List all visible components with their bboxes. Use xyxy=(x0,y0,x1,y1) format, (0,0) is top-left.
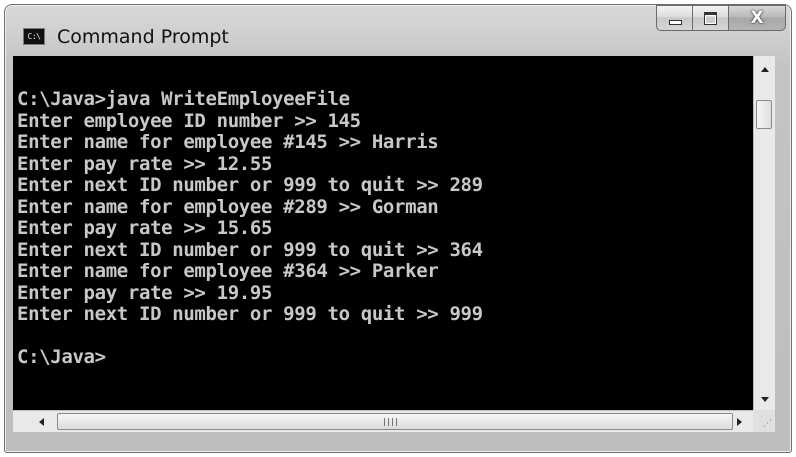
console-line: C:\Java> xyxy=(17,346,106,368)
vertical-scroll-thumb[interactable] xyxy=(756,100,772,129)
resize-grip[interactable]: ⋰ xyxy=(753,410,775,432)
arrow-down-icon xyxy=(760,396,769,402)
console-line: Enter pay rate >> 19.95 xyxy=(17,281,273,304)
console-text: C:\Java>java WriteEmployeeFile Enter empl… xyxy=(17,88,483,369)
console-line: C:\Java>java WriteEmployeeFile xyxy=(17,88,350,110)
horizontal-scroll-thumb[interactable] xyxy=(57,413,733,430)
arrow-right-icon xyxy=(736,417,742,426)
console-line: Enter name for employee #289 >> Gorman xyxy=(17,195,439,218)
console-output[interactable]: C:\Java>java WriteEmployeeFile Enter empl… xyxy=(13,56,753,410)
console-line: Enter next ID number or 999 to quit >> 2… xyxy=(17,174,483,196)
maximize-icon xyxy=(704,12,717,25)
command-prompt-icon[interactable]: C:\ xyxy=(23,28,45,45)
caption-buttons: X xyxy=(656,5,786,31)
close-icon: X xyxy=(750,8,764,28)
console-line: Enter name for employee #364 >> Parker xyxy=(17,260,439,282)
window-title: Command Prompt xyxy=(57,26,229,48)
vertical-scrollbar[interactable] xyxy=(753,56,775,410)
scroll-grip-icon xyxy=(384,418,398,426)
minimize-icon xyxy=(669,20,682,25)
scroll-left-button[interactable] xyxy=(31,411,51,432)
console-line: Enter name for employee #145 >> Harris xyxy=(17,131,439,153)
console-line: Enter pay rate >> 12.55 xyxy=(17,152,273,175)
arrow-left-icon xyxy=(38,417,44,426)
scroll-down-button[interactable] xyxy=(754,390,775,408)
minimize-button[interactable] xyxy=(656,5,692,31)
console-line: Enter pay rate >> 15.65 xyxy=(17,217,273,239)
arrow-up-icon xyxy=(760,66,769,72)
console-line: Enter next ID number or 999 to quit >> 9… xyxy=(17,303,483,325)
resize-grip-icon: ⋰ xyxy=(763,419,772,429)
console-line: Enter next ID number or 999 to quit >> 3… xyxy=(17,238,483,261)
horizontal-scrollbar[interactable] xyxy=(13,410,753,432)
title-bar[interactable]: C:\ Command Prompt X xyxy=(5,5,791,59)
maximize-button[interactable] xyxy=(692,5,728,31)
close-button[interactable]: X xyxy=(728,5,786,31)
scroll-up-button[interactable] xyxy=(754,60,775,78)
console-line: Enter employee ID number >> 145 xyxy=(17,109,361,132)
scroll-right-button[interactable] xyxy=(729,411,749,432)
